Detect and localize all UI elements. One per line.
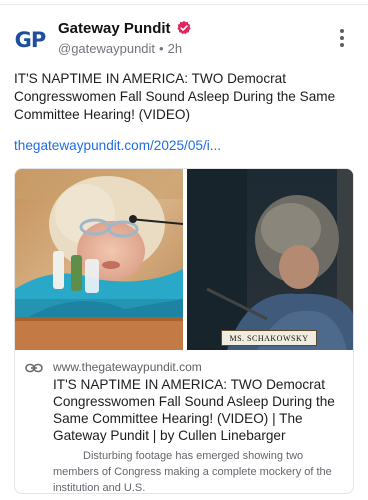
- more-options-icon[interactable]: [332, 26, 352, 50]
- post-link[interactable]: thegatewaypundit.com/2025/05/i...: [14, 138, 221, 153]
- avatar[interactable]: GP: [12, 22, 48, 58]
- card-image-left-photo: [15, 169, 183, 350]
- author-handle[interactable]: @gatewaypundit: [58, 41, 155, 56]
- card-image-right-photo: MS. SCHAKOWSKY: [187, 169, 353, 350]
- card-body[interactable]: www.thegatewaypundit.com IT'S NAPTIME IN…: [15, 350, 353, 494]
- top-divider: [0, 4, 368, 5]
- card-domain: www.thegatewaypundit.com: [53, 360, 202, 374]
- link-icon: [25, 363, 43, 373]
- post-header: GP Gateway Pundit @gatewaypundit • 2h: [12, 18, 358, 62]
- card-description: Disturbing footage has emerged showing t…: [53, 450, 332, 494]
- card-title[interactable]: IT'S NAPTIME IN AMERICA: TWO Democrat Co…: [53, 376, 345, 444]
- avatar-logo-text: GP: [14, 28, 47, 52]
- meta-separator: •: [159, 40, 164, 56]
- nameplate: MS. SCHAKOWSKY: [221, 330, 317, 346]
- post-text: IT'S NAPTIME IN AMERICA: TWO Democrat Co…: [14, 71, 336, 122]
- verified-badge-icon: [176, 20, 192, 36]
- author-info: Gateway Pundit @gatewaypundit • 2h: [58, 18, 192, 57]
- card-image[interactable]: MS. SCHAKOWSKY: [15, 169, 353, 350]
- post-timestamp[interactable]: 2h: [168, 41, 182, 56]
- author-name[interactable]: Gateway Pundit: [58, 20, 171, 37]
- link-preview-card[interactable]: MS. SCHAKOWSKY www.thegatewaypundit.com …: [14, 168, 354, 494]
